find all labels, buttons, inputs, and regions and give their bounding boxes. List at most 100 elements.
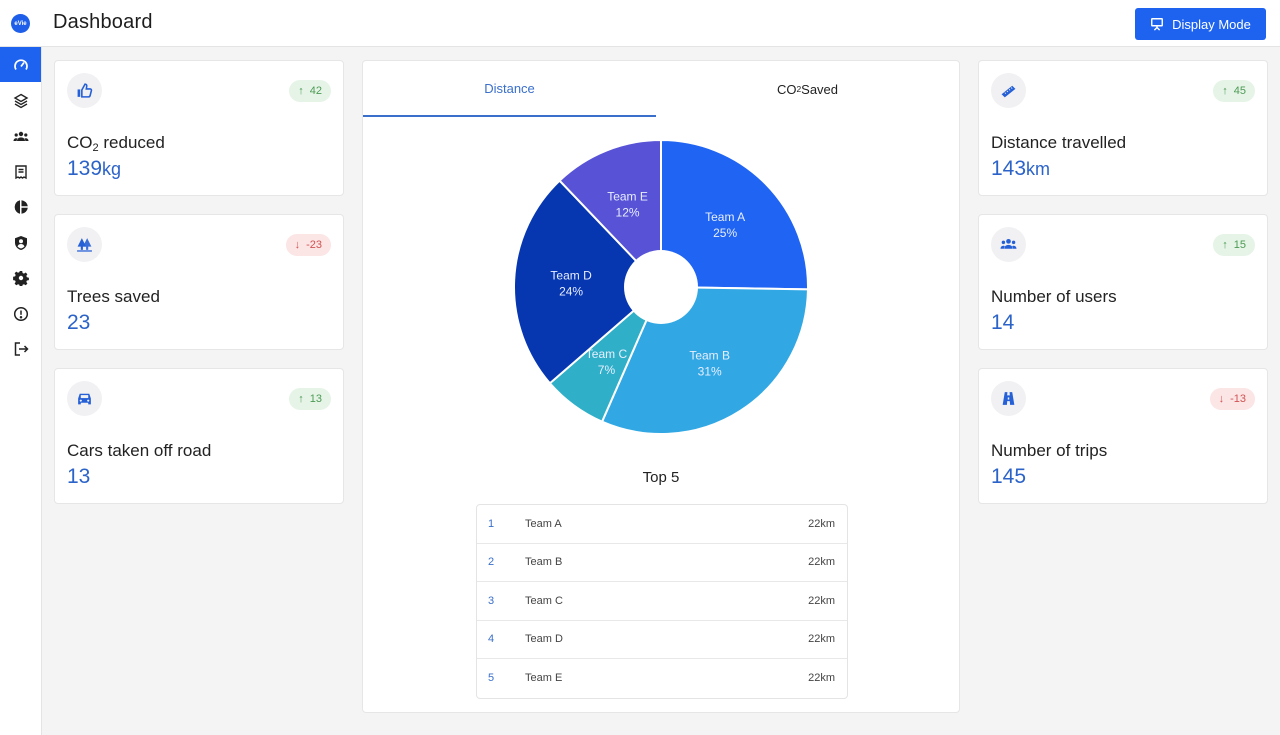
sidebar-item-logout[interactable] bbox=[0, 331, 41, 366]
stat-value: 139kg bbox=[67, 157, 122, 180]
rank-number: 2 bbox=[488, 556, 495, 569]
pie-chart: Team A 25% Team B 31% Team C 7% Team D 24% Team … bbox=[513, 138, 809, 435]
team-value: 22km bbox=[808, 594, 835, 607]
trend-delta: 45 bbox=[1233, 85, 1246, 97]
team-value: 22km bbox=[808, 672, 835, 685]
display-mode-label: Display Mode bbox=[1172, 16, 1251, 32]
team-name: Team C bbox=[525, 594, 563, 607]
trend-badge: ↑ 13 bbox=[289, 388, 331, 410]
table-row[interactable]: 4 Team D 22km bbox=[477, 621, 847, 659]
stat-label: Number of users bbox=[991, 287, 1117, 306]
rank-number: 1 bbox=[488, 517, 495, 530]
table-row[interactable]: 3 Team C 22km bbox=[477, 582, 847, 621]
table-row[interactable]: 1 Team A 22km bbox=[477, 505, 847, 544]
trend-badge: ↑ 15 bbox=[1213, 234, 1255, 256]
tab-co2-saved[interactable]: CO 2 Saved bbox=[661, 61, 954, 117]
arrow-down-icon: ↓ bbox=[294, 239, 301, 251]
table-row[interactable]: 2 Team B 22km bbox=[477, 544, 847, 582]
team-name: Team D bbox=[525, 633, 563, 646]
stat-label: Trees saved bbox=[67, 287, 160, 306]
top5-title: Top 5 bbox=[642, 469, 680, 486]
card-icon-wrap bbox=[67, 73, 102, 108]
pie-label: Team D bbox=[550, 269, 592, 283]
users-icon bbox=[13, 131, 28, 141]
layers-icon bbox=[13, 93, 28, 108]
card-icon-wrap bbox=[991, 227, 1026, 262]
logout-icon bbox=[14, 341, 29, 356]
trend-delta: -23 bbox=[306, 239, 322, 251]
team-value: 22km bbox=[808, 556, 835, 569]
pie-label: Team B bbox=[689, 349, 730, 363]
speedometer-icon bbox=[13, 58, 28, 70]
display-mode-button[interactable]: Display Mode bbox=[1135, 8, 1266, 40]
stat-card-cars-off-road: ↑ 13 Cars taken off road 13 bbox=[54, 368, 344, 504]
car-icon bbox=[78, 393, 91, 405]
card-icon-wrap bbox=[67, 381, 102, 416]
app-logo[interactable]: eVie bbox=[11, 14, 30, 33]
pie-value-label: 25% bbox=[713, 226, 737, 240]
rank-number: 4 bbox=[488, 633, 495, 646]
pie-value-label: 7% bbox=[598, 363, 616, 377]
stat-card-number-of-users: ↑ 15 Number of users 14 bbox=[978, 214, 1268, 350]
top-bar: eVie Dashboard Display Mode bbox=[0, 0, 1280, 47]
gear-icon bbox=[12, 270, 29, 286]
trend-badge: ↓ -13 bbox=[1209, 388, 1255, 410]
team-value: 22km bbox=[808, 517, 835, 530]
rank-number: 3 bbox=[488, 594, 495, 607]
team-name: Team A bbox=[525, 517, 562, 530]
trend-delta: 15 bbox=[1233, 239, 1246, 251]
trend-badge: ↓ -23 bbox=[285, 234, 331, 256]
sidebar-item-security[interactable] bbox=[0, 225, 41, 260]
rank-number: 5 bbox=[488, 672, 495, 685]
arrow-up-icon: ↑ bbox=[1222, 239, 1228, 251]
trees-icon bbox=[77, 238, 92, 252]
arrow-up-icon: ↑ bbox=[298, 85, 304, 97]
pie-value-label: 31% bbox=[698, 365, 722, 379]
pie-value-label: 24% bbox=[559, 285, 583, 299]
shield-user-icon bbox=[14, 235, 27, 250]
top5-table: 1 Team A 22km 2 Team B 22km 3 Team C 22km 4 Tea… bbox=[476, 504, 848, 699]
arrow-up-icon: ↑ bbox=[298, 393, 304, 405]
card-icon-wrap bbox=[991, 73, 1026, 108]
trend-delta: 13 bbox=[309, 393, 322, 405]
sidebar-item-teams[interactable] bbox=[0, 119, 41, 154]
tab-distance[interactable]: Distance bbox=[363, 61, 656, 117]
team-value: 22km bbox=[808, 633, 835, 646]
stat-label: Number of trips bbox=[991, 441, 1108, 460]
ruler-icon bbox=[1001, 85, 1016, 98]
sidebar-item-reports[interactable] bbox=[0, 154, 41, 189]
stat-label: Distance travelled bbox=[991, 133, 1127, 152]
pie-center-hole bbox=[624, 250, 698, 324]
page-title: Dashboard bbox=[53, 11, 153, 33]
users-icon bbox=[1000, 238, 1017, 249]
sidebar-item-dashboard[interactable] bbox=[0, 47, 41, 82]
stat-value: 13 bbox=[67, 465, 91, 488]
team-name: Team E bbox=[525, 672, 563, 685]
chart-panel: Distance CO 2 Saved Team A 25% Team B 31% Tea… bbox=[362, 60, 960, 713]
presentation-icon bbox=[1151, 18, 1164, 31]
trend-badge: ↑ 45 bbox=[1213, 80, 1255, 102]
sidebar bbox=[0, 47, 42, 735]
pie-label: Team C bbox=[586, 347, 628, 361]
stat-value: 14 bbox=[991, 311, 1015, 334]
sidebar-item-analytics[interactable] bbox=[0, 189, 41, 224]
stat-card-co2-reduced: ↑ 42 CO2 reduced 139kg bbox=[54, 60, 344, 196]
pie-chart-icon bbox=[14, 199, 28, 214]
card-icon-wrap bbox=[991, 381, 1026, 416]
stat-value: 23 bbox=[67, 311, 91, 334]
sidebar-item-alerts[interactable] bbox=[0, 296, 41, 331]
trend-delta: -13 bbox=[1230, 393, 1246, 405]
pie-label: Team A bbox=[705, 210, 745, 224]
team-name: Team B bbox=[525, 556, 563, 569]
sidebar-item-settings[interactable] bbox=[0, 260, 41, 295]
trend-badge: ↑ 42 bbox=[289, 80, 331, 102]
pie-label: Team E bbox=[607, 189, 648, 203]
sidebar-item-layers[interactable] bbox=[0, 83, 41, 118]
table-row[interactable]: 5 Team E 22km bbox=[477, 659, 847, 698]
arrow-up-icon: ↑ bbox=[1222, 85, 1228, 97]
arrow-down-icon: ↓ bbox=[1218, 393, 1225, 405]
stat-card-distance-travelled: ↑ 45 Distance travelled 143km bbox=[978, 60, 1268, 196]
road-icon bbox=[1002, 392, 1015, 405]
stat-card-number-of-trips: ↓ -13 Number of trips 145 bbox=[978, 368, 1268, 504]
stat-label: CO2 reduced bbox=[67, 133, 165, 154]
